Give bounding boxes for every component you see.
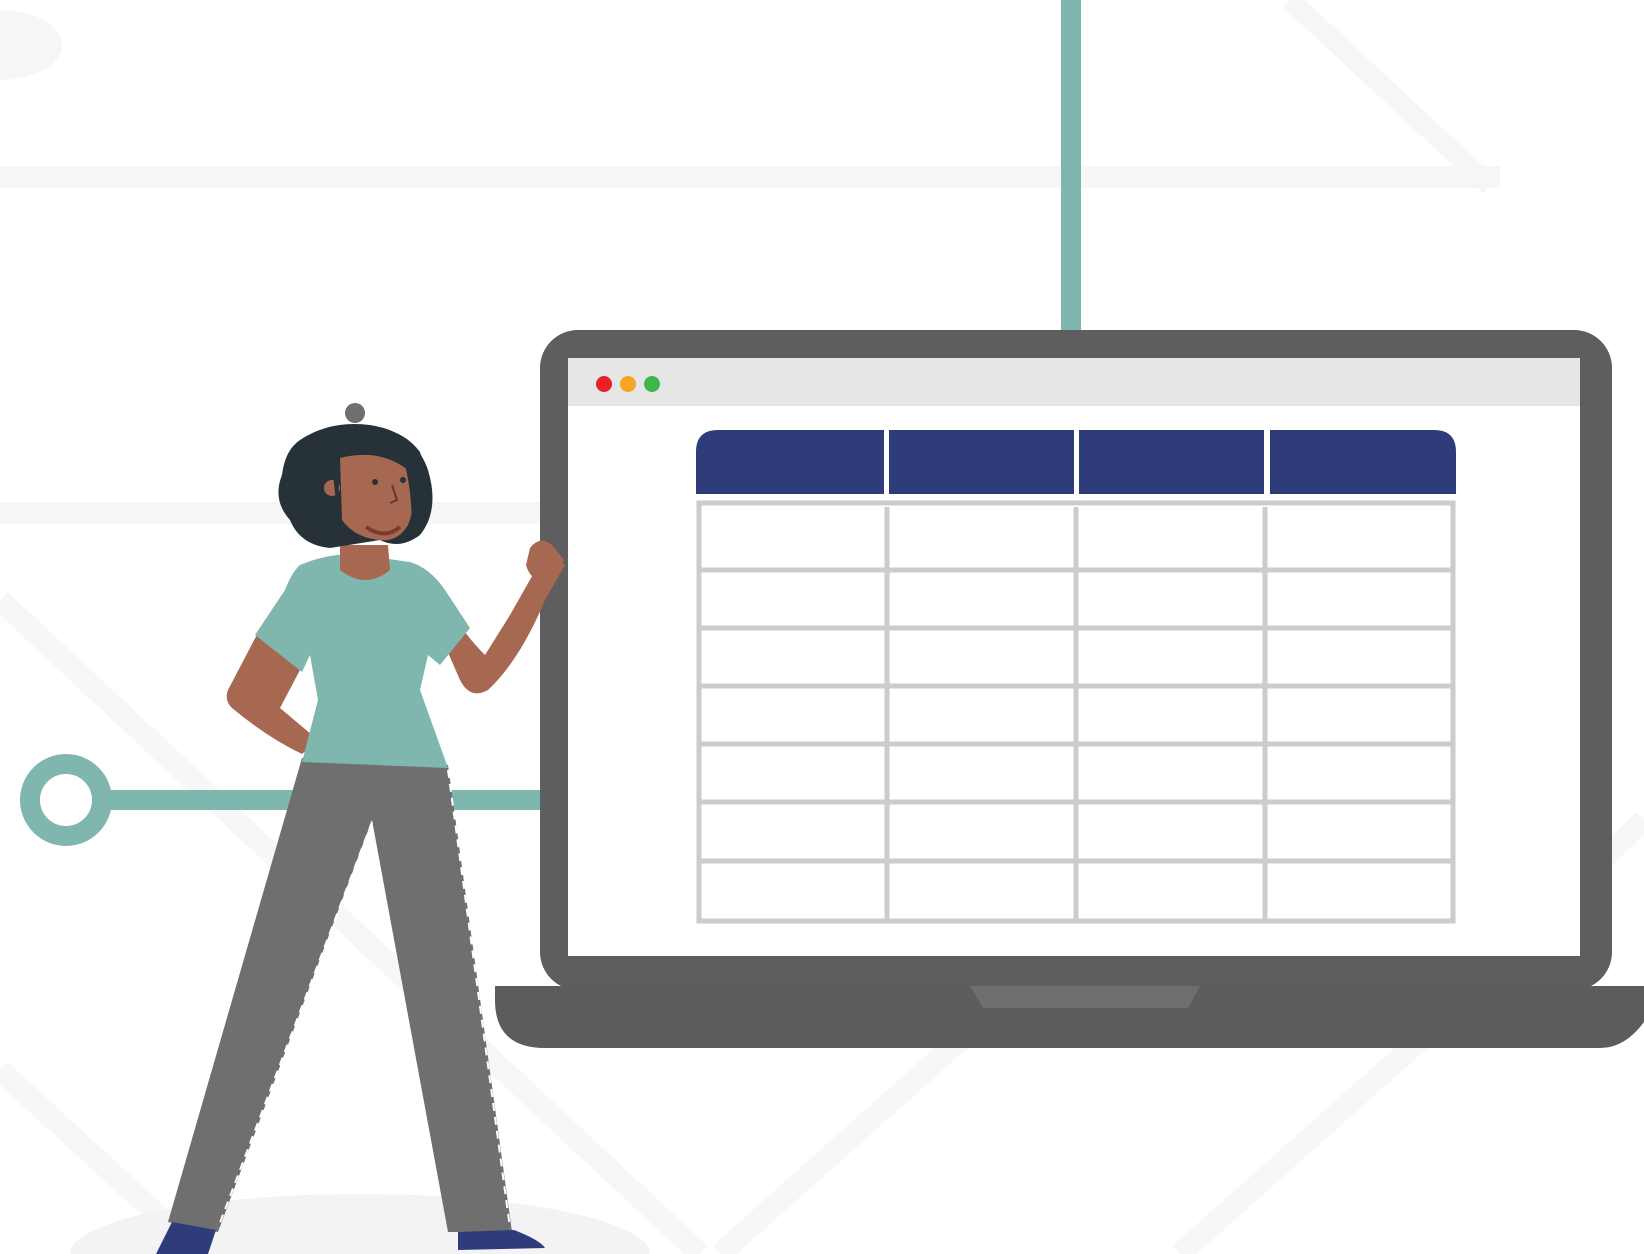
table-header-cell	[889, 430, 1074, 494]
pants	[168, 758, 512, 1232]
bg-diagonal-5	[1172, 1031, 1428, 1254]
laptop-notch	[970, 986, 1200, 1008]
browser-window	[568, 358, 1580, 406]
face	[340, 454, 413, 541]
minimize-dot-icon[interactable]	[620, 376, 636, 392]
neck	[340, 545, 390, 580]
hair-bow-icon	[345, 403, 365, 423]
close-dot-icon[interactable]	[596, 376, 612, 392]
table-header-cell	[696, 430, 884, 494]
illustration-scene	[0, 0, 1644, 1254]
connector-ring-icon	[20, 754, 112, 846]
eye	[372, 479, 378, 485]
bg-bar-top	[0, 166, 1500, 188]
table-header-cell	[1270, 430, 1456, 494]
table-header-cell	[1079, 430, 1264, 494]
bg-diagonal-4	[712, 1031, 968, 1254]
bg-diagonal-1	[1283, 0, 1497, 194]
vertical-connector	[1061, 0, 1081, 335]
woman-figure	[156, 403, 565, 1254]
browser-title-bar	[568, 358, 1580, 406]
bg-bar-middle	[0, 502, 545, 524]
eye	[400, 477, 406, 483]
maximize-dot-icon[interactable]	[644, 376, 660, 392]
bg-ellipse	[0, 10, 62, 80]
